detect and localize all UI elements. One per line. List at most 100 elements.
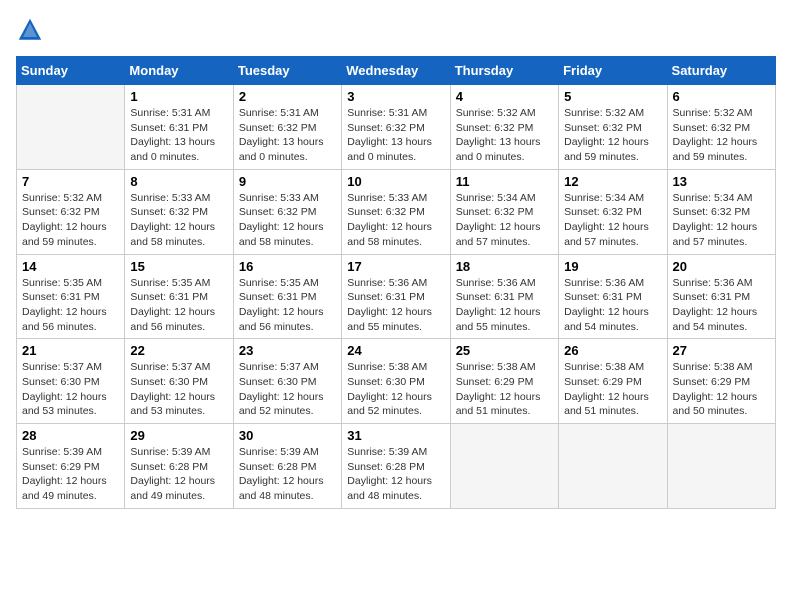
day-number: 29 — [130, 428, 227, 443]
day-number: 26 — [564, 343, 661, 358]
calendar-cell: 23 Sunrise: 5:37 AM Sunset: 6:30 PM Dayli… — [233, 339, 341, 424]
day-info: Sunrise: 5:34 AM Sunset: 6:32 PM Dayligh… — [673, 191, 770, 250]
calendar-cell: 4 Sunrise: 5:32 AM Sunset: 6:32 PM Daylig… — [450, 85, 558, 170]
week-row-3: 21Sunrise: 5:37 AM Sunset: 6:30 PM Dayli… — [17, 339, 776, 424]
calendar-cell: 24 Sunrise: 5:38 AM Sunset: 6:30 PM Dayli… — [342, 339, 450, 424]
day-info: Sunrise: 5:39 AM Sunset: 6:29 PM Dayligh… — [22, 445, 119, 504]
header-day-saturday: Saturday — [667, 57, 775, 85]
day-number: 25 — [456, 343, 553, 358]
calendar-cell: 27 Sunrise: 5:38 AM Sunset: 6:29 PM Dayli… — [667, 339, 775, 424]
day-info: Sunrise: 5:32 AM Sunset: 6:32 PM Dayligh… — [673, 106, 770, 165]
day-number: 4 — [456, 89, 553, 104]
day-number: 12 — [564, 174, 661, 189]
calendar-header: SundayMondayTuesdayWednesdayThursdayFrid… — [17, 57, 776, 85]
day-number: 16 — [239, 259, 336, 274]
calendar-cell: 25 Sunrise: 5:38 AM Sunset: 6:29 PM Dayli… — [450, 339, 558, 424]
day-info: Sunrise: 5:37 AM Sunset: 6:30 PM Dayligh… — [130, 360, 227, 419]
day-info: Sunrise: 5:33 AM Sunset: 6:32 PM Dayligh… — [130, 191, 227, 250]
header-day-sunday: Sunday — [17, 57, 125, 85]
day-info: Sunrise: 5:35 AM Sunset: 6:31 PM Dayligh… — [22, 276, 119, 335]
day-info: Sunrise: 5:39 AM Sunset: 6:28 PM Dayligh… — [130, 445, 227, 504]
header-day-thursday: Thursday — [450, 57, 558, 85]
header — [16, 16, 776, 44]
calendar-cell: 17 Sunrise: 5:36 AM Sunset: 6:31 PM Dayli… — [342, 254, 450, 339]
day-info: Sunrise: 5:37 AM Sunset: 6:30 PM Dayligh… — [22, 360, 119, 419]
week-row-2: 14 Sunrise: 5:35 AM Sunset: 6:31 PM Dayli… — [17, 254, 776, 339]
day-number: 17 — [347, 259, 444, 274]
calendar-cell: 26 Sunrise: 5:38 AM Sunset: 6:29 PM Dayli… — [559, 339, 667, 424]
day-info: Sunrise: 5:36 AM Sunset: 6:31 PM Dayligh… — [673, 276, 770, 335]
calendar-cell: 6 Sunrise: 5:32 AM Sunset: 6:32 PM Daylig… — [667, 85, 775, 170]
header-day-tuesday: Tuesday — [233, 57, 341, 85]
day-info: Sunrise: 5:36 AM Sunset: 6:31 PM Dayligh… — [347, 276, 444, 335]
calendar-cell: 19Sunrise: 5:36 AM Sunset: 6:31 PM Dayli… — [559, 254, 667, 339]
day-number: 1 — [130, 89, 227, 104]
calendar-cell: 15Sunrise: 5:35 AM Sunset: 6:31 PM Dayli… — [125, 254, 233, 339]
day-number: 24 — [347, 343, 444, 358]
calendar-cell: 3 Sunrise: 5:31 AM Sunset: 6:32 PM Daylig… — [342, 85, 450, 170]
day-info: Sunrise: 5:38 AM Sunset: 6:29 PM Dayligh… — [673, 360, 770, 419]
day-number: 3 — [347, 89, 444, 104]
day-number: 6 — [673, 89, 770, 104]
day-number: 8 — [130, 174, 227, 189]
day-info: Sunrise: 5:37 AM Sunset: 6:30 PM Dayligh… — [239, 360, 336, 419]
day-number: 23 — [239, 343, 336, 358]
calendar-cell — [559, 424, 667, 509]
week-row-4: 28 Sunrise: 5:39 AM Sunset: 6:29 PM Dayli… — [17, 424, 776, 509]
calendar-cell: 5 Sunrise: 5:32 AM Sunset: 6:32 PM Daylig… — [559, 85, 667, 170]
logo — [16, 16, 48, 44]
calendar-table: SundayMondayTuesdayWednesdayThursdayFrid… — [16, 56, 776, 509]
day-info: Sunrise: 5:38 AM Sunset: 6:29 PM Dayligh… — [564, 360, 661, 419]
day-info: Sunrise: 5:32 AM Sunset: 6:32 PM Dayligh… — [564, 106, 661, 165]
day-info: Sunrise: 5:32 AM Sunset: 6:32 PM Dayligh… — [456, 106, 553, 165]
week-row-0: 1 Sunrise: 5:31 AM Sunset: 6:31 PM Daylig… — [17, 85, 776, 170]
week-row-1: 7Sunrise: 5:32 AM Sunset: 6:32 PM Daylig… — [17, 169, 776, 254]
header-day-friday: Friday — [559, 57, 667, 85]
day-info: Sunrise: 5:31 AM Sunset: 6:31 PM Dayligh… — [130, 106, 227, 165]
day-info: Sunrise: 5:35 AM Sunset: 6:31 PM Dayligh… — [239, 276, 336, 335]
day-number: 14 — [22, 259, 119, 274]
day-number: 30 — [239, 428, 336, 443]
day-info: Sunrise: 5:38 AM Sunset: 6:30 PM Dayligh… — [347, 360, 444, 419]
day-number: 18 — [456, 259, 553, 274]
calendar-cell: 20 Sunrise: 5:36 AM Sunset: 6:31 PM Dayli… — [667, 254, 775, 339]
day-info: Sunrise: 5:34 AM Sunset: 6:32 PM Dayligh… — [564, 191, 661, 250]
calendar-cell: 14 Sunrise: 5:35 AM Sunset: 6:31 PM Dayli… — [17, 254, 125, 339]
header-day-monday: Monday — [125, 57, 233, 85]
day-number: 9 — [239, 174, 336, 189]
day-info: Sunrise: 5:33 AM Sunset: 6:32 PM Dayligh… — [347, 191, 444, 250]
calendar-cell: 16 Sunrise: 5:35 AM Sunset: 6:31 PM Dayli… — [233, 254, 341, 339]
day-number: 11 — [456, 174, 553, 189]
day-number: 5 — [564, 89, 661, 104]
calendar-cell: 1 Sunrise: 5:31 AM Sunset: 6:31 PM Daylig… — [125, 85, 233, 170]
day-number: 10 — [347, 174, 444, 189]
day-info: Sunrise: 5:38 AM Sunset: 6:29 PM Dayligh… — [456, 360, 553, 419]
calendar-cell — [17, 85, 125, 170]
day-info: Sunrise: 5:35 AM Sunset: 6:31 PM Dayligh… — [130, 276, 227, 335]
calendar-cell: 9Sunrise: 5:33 AM Sunset: 6:32 PM Daylig… — [233, 169, 341, 254]
calendar-cell: 2Sunrise: 5:31 AM Sunset: 6:32 PM Daylig… — [233, 85, 341, 170]
day-info: Sunrise: 5:36 AM Sunset: 6:31 PM Dayligh… — [564, 276, 661, 335]
day-number: 28 — [22, 428, 119, 443]
day-info: Sunrise: 5:36 AM Sunset: 6:31 PM Dayligh… — [456, 276, 553, 335]
day-info: Sunrise: 5:31 AM Sunset: 6:32 PM Dayligh… — [239, 106, 336, 165]
calendar-cell: 12 Sunrise: 5:34 AM Sunset: 6:32 PM Dayli… — [559, 169, 667, 254]
calendar-cell: 31Sunrise: 5:39 AM Sunset: 6:28 PM Dayli… — [342, 424, 450, 509]
day-info: Sunrise: 5:34 AM Sunset: 6:32 PM Dayligh… — [456, 191, 553, 250]
calendar-cell: 28 Sunrise: 5:39 AM Sunset: 6:29 PM Dayli… — [17, 424, 125, 509]
calendar-cell: 21Sunrise: 5:37 AM Sunset: 6:30 PM Dayli… — [17, 339, 125, 424]
calendar-cell: 7Sunrise: 5:32 AM Sunset: 6:32 PM Daylig… — [17, 169, 125, 254]
header-row: SundayMondayTuesdayWednesdayThursdayFrid… — [17, 57, 776, 85]
day-number: 20 — [673, 259, 770, 274]
day-number: 22 — [130, 343, 227, 358]
calendar-cell: 10 Sunrise: 5:33 AM Sunset: 6:32 PM Dayli… — [342, 169, 450, 254]
day-number: 13 — [673, 174, 770, 189]
day-info: Sunrise: 5:31 AM Sunset: 6:32 PM Dayligh… — [347, 106, 444, 165]
calendar-cell: 30Sunrise: 5:39 AM Sunset: 6:28 PM Dayli… — [233, 424, 341, 509]
calendar-cell: 8 Sunrise: 5:33 AM Sunset: 6:32 PM Daylig… — [125, 169, 233, 254]
calendar-cell: 22 Sunrise: 5:37 AM Sunset: 6:30 PM Dayli… — [125, 339, 233, 424]
calendar-cell: 29 Sunrise: 5:39 AM Sunset: 6:28 PM Dayli… — [125, 424, 233, 509]
calendar-cell — [667, 424, 775, 509]
day-number: 27 — [673, 343, 770, 358]
calendar-body: 1 Sunrise: 5:31 AM Sunset: 6:31 PM Daylig… — [17, 85, 776, 509]
